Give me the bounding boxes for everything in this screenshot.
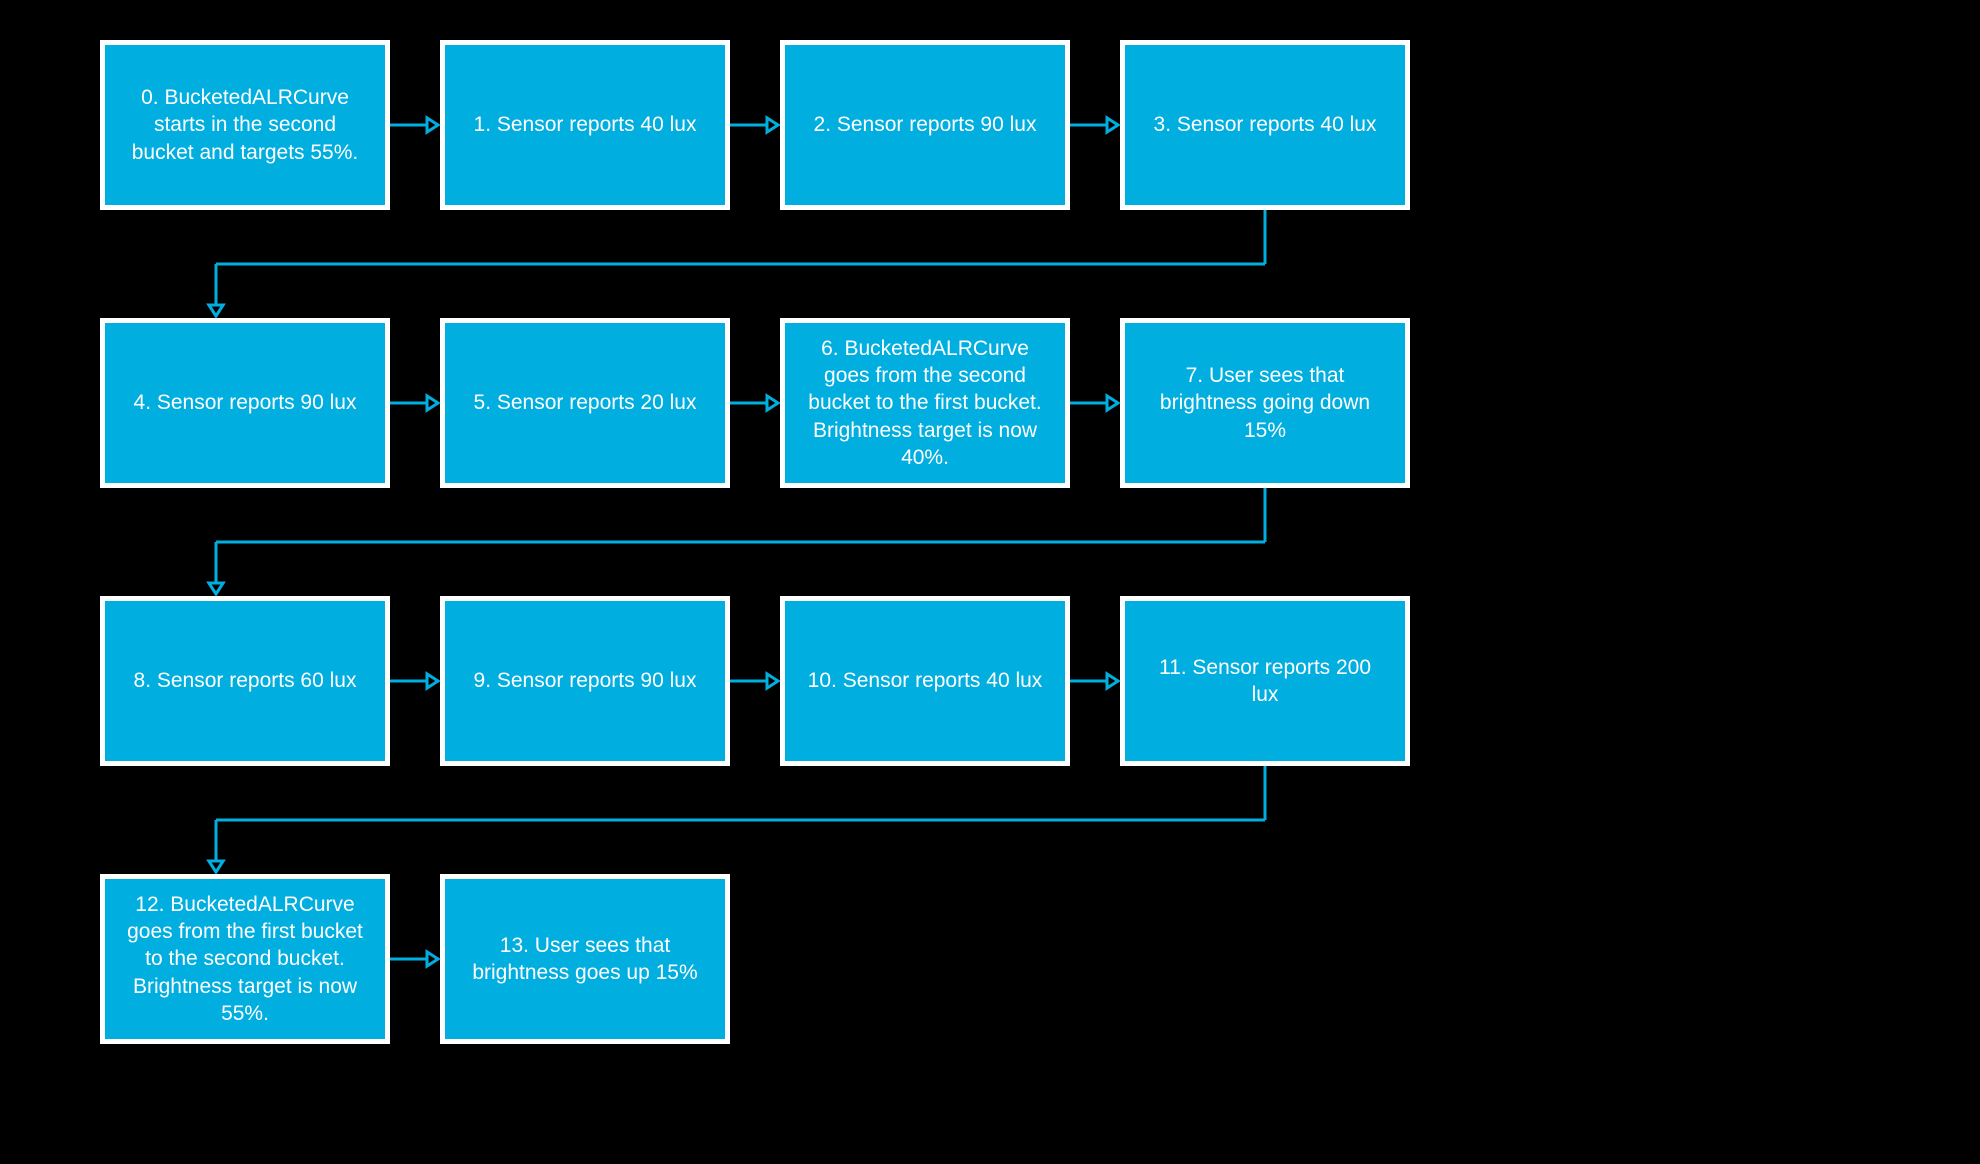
flow-node-n3: 3. Sensor reports 40 lux [1120, 40, 1410, 210]
flow-node-label: 6. BucketedALRCurve goes from the second… [803, 335, 1047, 471]
flow-node-n0: 0. BucketedALRCurve starts in the second… [100, 40, 390, 210]
flow-node-label: 13. User sees that brightness goes up 15… [463, 932, 707, 987]
flow-node-n6: 6. BucketedALRCurve goes from the second… [780, 318, 1070, 488]
flow-node-n9: 9. Sensor reports 90 lux [440, 596, 730, 766]
flow-node-label: 10. Sensor reports 40 lux [808, 667, 1043, 694]
flow-node-label: 12. BucketedALRCurve goes from the first… [123, 891, 367, 1027]
flow-node-n1: 1. Sensor reports 40 lux [440, 40, 730, 210]
flow-node-n2: 2. Sensor reports 90 lux [780, 40, 1070, 210]
flow-node-label: 8. Sensor reports 60 lux [134, 667, 357, 694]
flow-node-label: 3. Sensor reports 40 lux [1154, 111, 1377, 138]
flow-node-n13: 13. User sees that brightness goes up 15… [440, 874, 730, 1044]
flow-node-label: 2. Sensor reports 90 lux [814, 111, 1037, 138]
flow-node-n10: 10. Sensor reports 40 lux [780, 596, 1070, 766]
flow-node-n8: 8. Sensor reports 60 lux [100, 596, 390, 766]
flow-node-label: 5. Sensor reports 20 lux [474, 389, 697, 416]
flow-node-n7: 7. User sees that brightness going down … [1120, 318, 1410, 488]
flow-node-n11: 11. Sensor reports 200 lux [1120, 596, 1410, 766]
flow-node-label: 1. Sensor reports 40 lux [474, 111, 697, 138]
flow-node-label: 4. Sensor reports 90 lux [134, 389, 357, 416]
flow-node-n12: 12. BucketedALRCurve goes from the first… [100, 874, 390, 1044]
flow-node-label: 0. BucketedALRCurve starts in the second… [123, 84, 367, 166]
flow-node-label: 11. Sensor reports 200 lux [1143, 654, 1387, 709]
diagram-canvas: 0. BucketedALRCurve starts in the second… [0, 0, 1980, 1164]
flow-node-label: 9. Sensor reports 90 lux [474, 667, 697, 694]
flow-node-label: 7. User sees that brightness going down … [1143, 362, 1387, 444]
flow-node-n4: 4. Sensor reports 90 lux [100, 318, 390, 488]
flow-node-n5: 5. Sensor reports 20 lux [440, 318, 730, 488]
